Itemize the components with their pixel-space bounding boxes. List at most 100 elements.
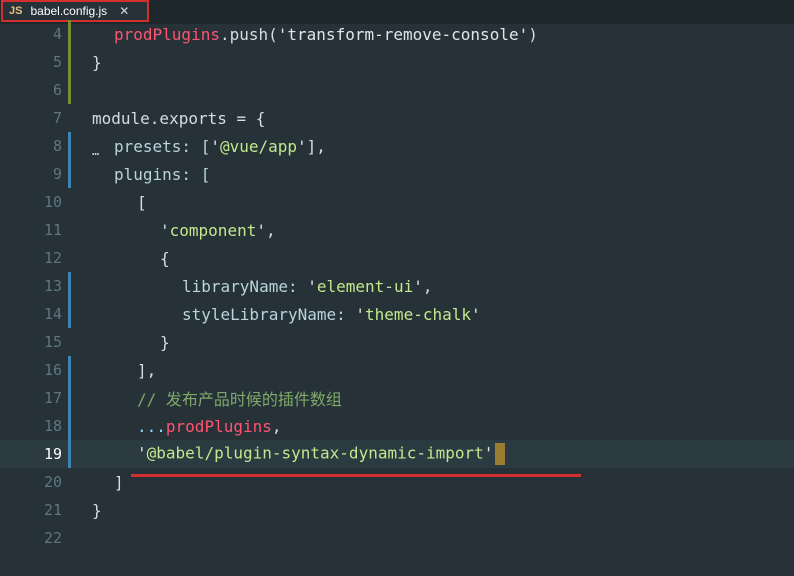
line-number: 22 <box>43 529 62 547</box>
line-number: 5 <box>52 53 62 71</box>
quote: ' <box>355 304 366 324</box>
code-line: 7 module.exports = { <box>0 104 794 132</box>
line-code: plugins: [ <box>114 164 211 184</box>
line-code: } <box>92 500 102 520</box>
code-text: , <box>271 416 282 436</box>
code-line: 10 [ <box>0 188 794 216</box>
code-line: 5 } <box>0 48 794 76</box>
property-key: styleLibraryName: <box>182 304 356 324</box>
code-line: 6 <box>0 76 794 104</box>
identifier: prodPlugins <box>165 416 272 436</box>
string-literal: component <box>169 220 257 240</box>
line-number: 20 <box>43 473 62 491</box>
spread-operator: ... <box>137 416 166 436</box>
line-number: 12 <box>43 249 62 267</box>
code-line: 17 // 发布产品时候的插件数组 <box>0 384 794 412</box>
text-cursor <box>495 443 506 465</box>
code-line: 12 { <box>0 244 794 272</box>
code-line: 13 libraryName: 'element-ui', <box>0 272 794 300</box>
line-number: 4 <box>52 25 62 43</box>
quote: ' <box>413 276 423 296</box>
code-line: 8 presets: ['@vue/app'], <box>0 132 794 160</box>
line-code: ] <box>114 472 124 492</box>
code-text: , <box>265 220 276 240</box>
line-code: } <box>160 332 170 352</box>
git-modified-marker <box>68 76 71 104</box>
code-line: 18 ...prodPlugins, <box>0 412 794 440</box>
line-number: 11 <box>43 221 62 239</box>
line-code: ], <box>137 360 157 380</box>
git-added-marker <box>68 300 71 328</box>
string-literal: @babel/plugin-syntax-dynamic-import <box>146 443 484 463</box>
javascript-file-icon: JS <box>9 5 23 17</box>
line-code: } <box>92 52 102 72</box>
code-comment: // 发布产品时候的插件数组 <box>137 390 342 409</box>
code-line: 16 ], <box>0 356 794 384</box>
line-code: libraryName: 'element-ui', <box>182 277 432 296</box>
line-code: module.exports = { <box>92 108 266 128</box>
line-number: 8 <box>52 137 62 155</box>
quote: ' <box>483 443 494 463</box>
line-number: 10 <box>43 193 62 211</box>
quote: ' <box>160 220 170 240</box>
annotation-underline <box>131 474 581 477</box>
code-line-current: 19 '@babel/plugin-syntax-dynamic-import' <box>0 440 794 468</box>
line-number: 9 <box>52 165 62 183</box>
string-literal: 'transform-remove-console' <box>277 24 529 44</box>
string-literal: theme-chalk <box>365 304 471 324</box>
git-added-marker <box>68 440 71 468</box>
quote: ' <box>137 443 147 463</box>
line-code: 'component', <box>160 221 276 240</box>
code-text: ], <box>306 136 326 156</box>
line-code: { <box>160 248 170 268</box>
line-code: ...prodPlugins, <box>137 417 282 436</box>
quote: ' <box>256 220 266 240</box>
git-added-marker <box>68 132 71 160</box>
quote: ' <box>307 276 317 296</box>
git-added-marker <box>68 356 71 384</box>
code-line: 20 ] <box>0 468 794 496</box>
line-code: [ <box>137 192 147 212</box>
code-line: 9 plugins: [ <box>0 160 794 188</box>
code-line: 11 'component', <box>0 216 794 244</box>
git-added-marker <box>68 412 71 440</box>
git-modified-marker <box>68 20 71 48</box>
git-modified-marker <box>68 48 71 76</box>
quote: ' <box>471 304 481 324</box>
tab-babel-config[interactable]: JS babel.config.js ✕ <box>1 0 149 22</box>
line-number: 6 <box>52 81 62 99</box>
git-added-marker <box>68 160 71 188</box>
line-code: styleLibraryName: 'theme-chalk' <box>182 305 481 324</box>
code-text: .push( <box>219 24 278 44</box>
code-line: 22 <box>0 524 794 552</box>
code-text: , <box>422 276 433 296</box>
line-number: 21 <box>43 501 62 519</box>
code-line: 4 prodPlugins.push('transform-remove-con… <box>0 20 794 48</box>
string-literal: element-ui <box>316 276 414 296</box>
line-number: 15 <box>43 333 62 351</box>
identifier: prodPlugins <box>114 24 220 44</box>
git-added-marker <box>68 384 71 412</box>
property-key: libraryName: <box>182 276 308 296</box>
line-number: 17 <box>43 389 62 407</box>
line-number: 16 <box>43 361 62 379</box>
code-line: 15 } <box>0 328 794 356</box>
close-icon[interactable]: ✕ <box>119 4 129 18</box>
code-editor[interactable]: 4 prodPlugins.push('transform-remove-con… <box>0 20 794 576</box>
line-number: 13 <box>43 277 62 295</box>
code-line: 21 } <box>0 496 794 524</box>
code-line: 14 styleLibraryName: 'theme-chalk' <box>0 300 794 328</box>
line-number: 7 <box>52 109 62 127</box>
line-number: 18 <box>43 417 62 435</box>
line-code: presets: ['@vue/app'], <box>114 137 326 156</box>
line-number: 14 <box>43 305 62 323</box>
line-number: 19 <box>43 445 62 463</box>
code-text: ) <box>528 24 538 44</box>
line-code: prodPlugins.push('transform-remove-conso… <box>114 25 538 44</box>
quote: ' <box>297 136 307 156</box>
property-key: presets: [ <box>114 136 211 156</box>
string-literal: @vue/app <box>219 136 298 156</box>
tab-filename: babel.config.js <box>30 4 108 18</box>
line-code: '@babel/plugin-syntax-dynamic-import' <box>137 443 506 465</box>
quote: ' <box>210 136 220 156</box>
